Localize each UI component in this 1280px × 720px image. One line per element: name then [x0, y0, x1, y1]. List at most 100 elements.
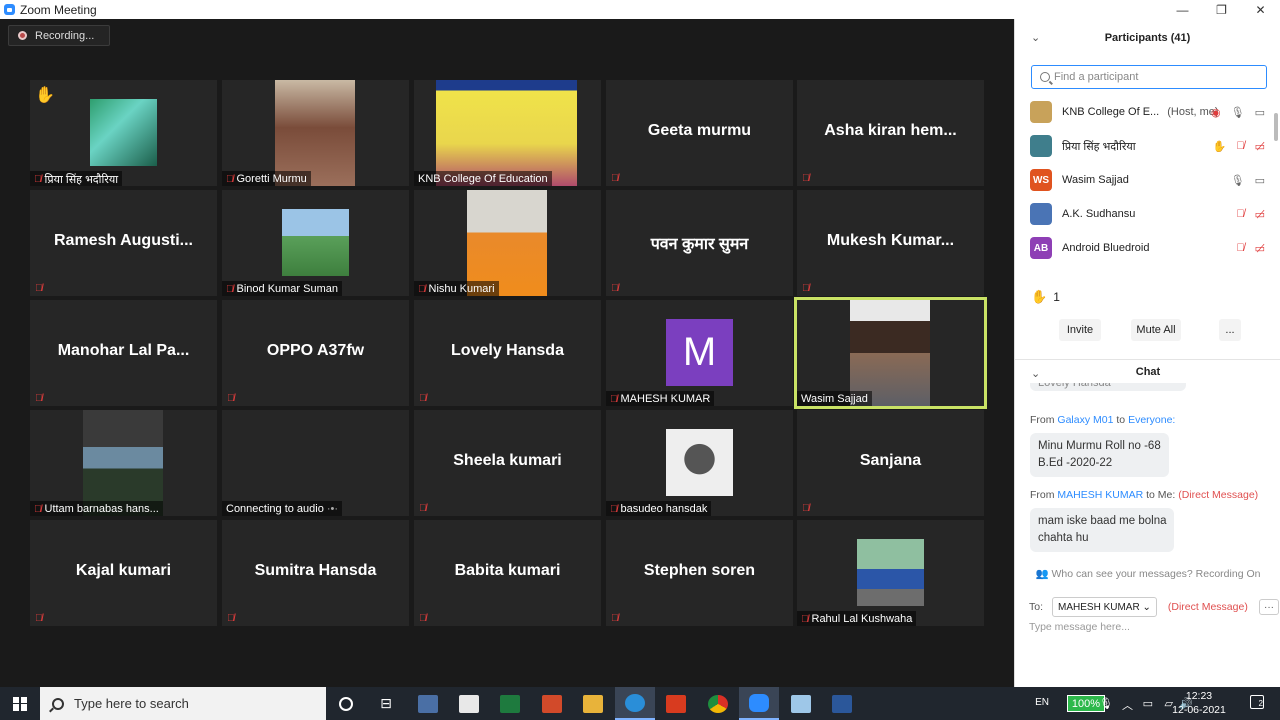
- notifications-icon[interactable]: 2: [1250, 695, 1264, 709]
- video-tile[interactable]: ✋ 🎙̸ प्रिया सिंह भदौरिया: [30, 80, 217, 186]
- language-indicator[interactable]: EN: [1035, 697, 1049, 708]
- video-off-icon[interactable]: ▭̸: [1255, 242, 1265, 255]
- video-tile[interactable]: 🎙̸ basudeo hansdak: [606, 410, 793, 516]
- muted-mic-icon: 🎙̸: [419, 613, 427, 624]
- participant-row[interactable]: WS Wasim Sajjad 🎙 ▭: [1015, 163, 1275, 197]
- participant-name: Geeta murmu: [647, 122, 752, 139]
- muted-mic-icon: 🎙̸: [802, 283, 810, 294]
- avatar: [1030, 101, 1052, 123]
- avatar: [1030, 135, 1052, 157]
- who-can-see-link[interactable]: 👥 Who can see your messages? Recording O…: [1015, 567, 1280, 580]
- video-tile[interactable]: 🎙̸ Rahul Lal Kushwaha: [797, 520, 984, 626]
- word-icon[interactable]: [822, 687, 862, 720]
- recording-indicator[interactable]: Recording...: [8, 25, 110, 46]
- avatar: [1030, 203, 1052, 225]
- video-tile[interactable]: पवन कुमार सुमन 🎙̸: [606, 190, 793, 296]
- muted-mic-icon[interactable]: 🎙̸: [1236, 208, 1244, 221]
- participant-name: Manohar Lal Pa...: [57, 342, 190, 359]
- video-tile[interactable]: OPPO A37fw 🎙̸: [222, 300, 409, 406]
- start-button[interactable]: [0, 687, 40, 720]
- video-tile[interactable]: Kajal kumari 🎙̸: [30, 520, 217, 626]
- task-view-icon[interactable]: ⊟: [366, 687, 406, 720]
- participant-row[interactable]: प्रिया सिंह भदौरिया ✋ 🎙̸ ▭̸: [1015, 129, 1275, 163]
- video-tile[interactable]: Babita kumari 🎙̸: [414, 520, 601, 626]
- recipient-select[interactable]: MAHESH KUMAR ⌄: [1052, 597, 1157, 617]
- video-tile[interactable]: Manohar Lal Pa... 🎙̸: [30, 300, 217, 406]
- video-tile[interactable]: 🎙̸ Nishu Kumari: [414, 190, 601, 296]
- participant-list-scrollbar[interactable]: [1274, 113, 1278, 141]
- invite-button[interactable]: Invite: [1059, 319, 1101, 341]
- video-tile[interactable]: Ramesh Augusti... 🎙̸: [30, 190, 217, 296]
- app-icon[interactable]: [532, 687, 572, 720]
- video-tile[interactable]: 🎙̸ Uttam barnabas hans...: [30, 410, 217, 516]
- video-tile[interactable]: Geeta murmu 🎙̸: [606, 80, 793, 186]
- muted-mic-icon[interactable]: 🎙̸: [1236, 140, 1244, 153]
- participant-row[interactable]: AB Android Bluedroid 🎙̸ ▭̸: [1015, 231, 1275, 265]
- video-tile[interactable]: Mukesh Kumar... 🎙̸: [797, 190, 984, 296]
- muted-mic-icon: 🎙̸: [419, 393, 427, 404]
- mic-icon[interactable]: 🎙: [1231, 106, 1245, 119]
- participant-name: Stephen soren: [643, 562, 756, 579]
- close-button[interactable]: ✕: [1241, 0, 1280, 19]
- muted-mic-icon: 🎙̸: [35, 283, 43, 294]
- chevron-up-icon[interactable]: ︿: [1122, 697, 1133, 713]
- mic-icon[interactable]: 🎙: [1231, 174, 1245, 187]
- participant-list: KNB College Of E... (Host, me) ◉ 🎙 ▭ प्रिय…: [1015, 95, 1275, 273]
- app-icon[interactable]: [781, 687, 821, 720]
- video-off-icon[interactable]: ▭̸: [1255, 208, 1265, 221]
- video-tile[interactable]: Sumitra Hansda 🎙̸: [222, 520, 409, 626]
- app-icon[interactable]: [408, 687, 448, 720]
- file-explorer-icon[interactable]: [573, 687, 613, 720]
- windows-taskbar: Type here to search ⊟ EN 100% 🎙 ︿ ▭ ▱ 🔊 …: [0, 687, 1280, 720]
- mute-all-button[interactable]: Mute All: [1131, 319, 1181, 341]
- zoom-taskbar-icon[interactable]: [739, 687, 779, 720]
- avatar: AB: [1030, 237, 1052, 259]
- video-icon[interactable]: ▭: [1255, 174, 1265, 187]
- collapse-chevron-icon[interactable]: ⌄: [1031, 31, 1040, 44]
- store-icon[interactable]: [449, 687, 489, 720]
- video-tile[interactable]: Sheela kumari 🎙̸: [414, 410, 601, 516]
- video-icon[interactable]: ▭: [1255, 106, 1265, 119]
- participant-name: Ramesh Augusti...: [54, 232, 193, 249]
- video-tile[interactable]: Asha kiran hem... 🎙̸: [797, 80, 984, 186]
- muted-mic-icon: 🎙̸: [418, 283, 426, 295]
- video-tile[interactable]: Stephen soren 🎙̸: [606, 520, 793, 626]
- video-tile[interactable]: 🎙̸ Goretti Murmu: [222, 80, 409, 186]
- participant-photo: [282, 209, 349, 276]
- participant-name: Babita kumari: [454, 562, 561, 579]
- battery-icon[interactable]: ▭: [1143, 697, 1153, 710]
- mic-tray-icon[interactable]: 🎙: [1099, 697, 1113, 710]
- video-off-icon[interactable]: ▭̸: [1255, 140, 1265, 153]
- more-options-button[interactable]: ...: [1219, 319, 1241, 341]
- video-tile[interactable]: Lovely Hansda 🎙̸: [414, 300, 601, 406]
- active-speaker-tile[interactable]: Wasim Sajjad: [794, 297, 987, 409]
- minimize-button[interactable]: —: [1163, 0, 1202, 19]
- muted-mic-icon: 🎙̸: [802, 173, 810, 184]
- video-tile[interactable]: M 🎙̸ MAHESH KUMAR: [606, 300, 793, 406]
- taskbar-search-box[interactable]: Type here to search: [40, 687, 326, 720]
- muted-mic-icon[interactable]: 🎙̸: [1236, 242, 1244, 255]
- video-tile[interactable]: KNB College Of Education: [414, 80, 601, 186]
- participant-row[interactable]: A.K. Sudhansu 🎙̸ ▭̸: [1015, 197, 1275, 231]
- chat-message-input[interactable]: Type message here...: [1029, 621, 1130, 633]
- muted-mic-icon: 🎙̸: [419, 503, 427, 514]
- maximize-button[interactable]: ❐: [1202, 0, 1241, 19]
- edge-icon[interactable]: [615, 687, 655, 720]
- participant-name: Sumitra Hansda: [254, 562, 377, 579]
- search-icon: [52, 697, 64, 710]
- excel-icon[interactable]: [490, 687, 530, 720]
- chat-more-button[interactable]: ···: [1259, 599, 1279, 615]
- clock[interactable]: 12:23 12-06-2021: [1169, 689, 1229, 717]
- video-tile[interactable]: 🎙̸ Binod Kumar Suman: [222, 190, 409, 296]
- video-tile[interactable]: Sanjana 🎙̸: [797, 410, 984, 516]
- video-tile[interactable]: Connecting to audio ·•·: [222, 410, 409, 516]
- chat-header: ⌄ Chat: [1015, 359, 1280, 383]
- participant-search-input[interactable]: Find a participant: [1031, 65, 1267, 89]
- windows-logo-icon: [13, 696, 27, 711]
- participant-name-label: Wasim Sajjad: [797, 391, 872, 406]
- office-icon[interactable]: [656, 687, 696, 720]
- cortana-icon[interactable]: [326, 687, 366, 720]
- muted-mic-icon: 🎙̸: [226, 283, 234, 295]
- participant-row[interactable]: KNB College Of E... (Host, me) ◉ 🎙 ▭: [1015, 95, 1275, 129]
- chrome-icon[interactable]: [698, 687, 738, 720]
